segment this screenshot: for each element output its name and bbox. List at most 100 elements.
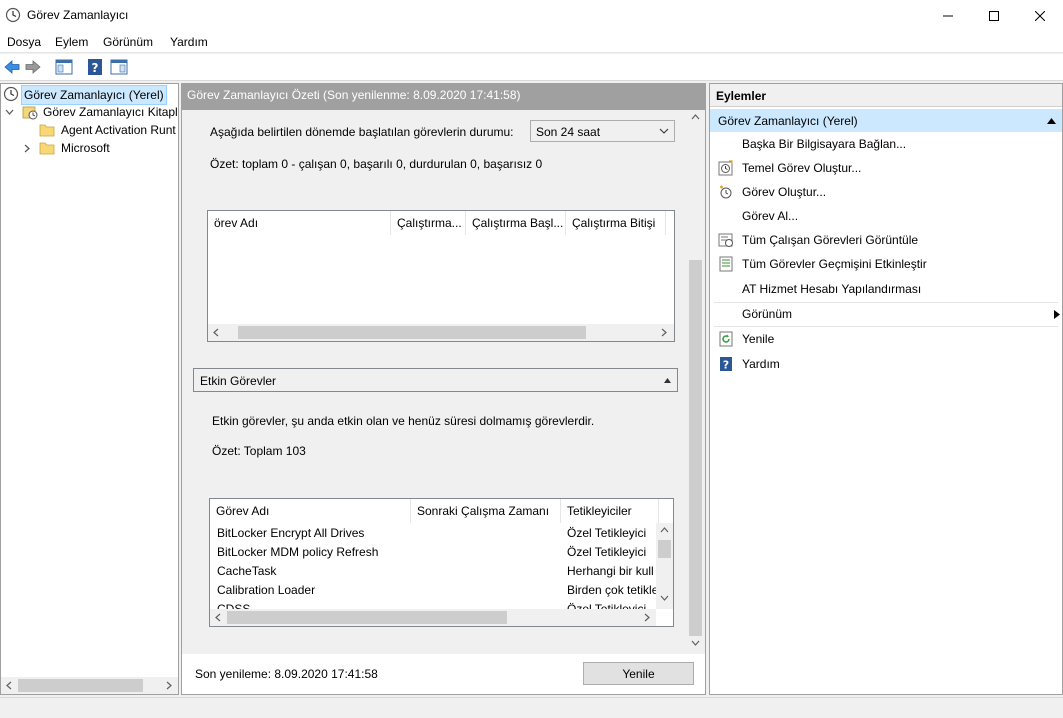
action-create-task[interactable]: Görev Oluştur... (714, 180, 1060, 204)
action-label: Yardım (742, 357, 780, 371)
title-bar: Görev Zamanlayıcı (0, 0, 1063, 31)
column-header-triggers[interactable]: Tetikleyiciler (561, 499, 659, 523)
menu-file[interactable]: Dosya (7, 35, 41, 49)
tree-item-agent-activation[interactable]: Agent Activation Runt (39, 121, 178, 139)
scroll-left-icon[interactable] (5, 681, 13, 690)
column-header-task-name[interactable]: Görev Adı (210, 499, 411, 523)
active-table-vscroll[interactable] (656, 523, 673, 609)
table-row[interactable]: CacheTask Herhangi bir kull (210, 562, 657, 581)
menu-view[interactable]: Görünüm (103, 35, 153, 49)
scroll-thumb[interactable] (658, 540, 671, 558)
menu-help[interactable]: Yardım (170, 35, 208, 49)
show-hide-tree-icon[interactable] (55, 58, 73, 76)
maximize-icon (989, 10, 999, 21)
table-row[interactable]: CDSS Özel Tetikleyici (210, 600, 657, 609)
collapse-up-icon[interactable] (664, 378, 671, 383)
actions-title: Eylemler (710, 84, 1062, 107)
scroll-right-icon[interactable] (660, 328, 668, 337)
scroll-thumb[interactable] (18, 679, 143, 692)
menu-action[interactable]: Eylem (55, 35, 88, 49)
collapse-up-icon[interactable] (1047, 118, 1056, 124)
scroll-down-icon[interactable] (691, 639, 700, 647)
action-label: AT Hizmet Hesabı Yapılandırması (742, 282, 922, 296)
summary-vscroll[interactable] (687, 110, 704, 650)
cell-task-name: BitLocker MDM policy Refresh (217, 545, 379, 559)
period-select-value: Son 24 saat (536, 125, 601, 139)
forward-arrow-icon[interactable] (24, 58, 42, 76)
tree-item-microsoft[interactable]: Microsoft (23, 139, 178, 157)
minimize-button[interactable] (925, 0, 971, 31)
scroll-right-icon[interactable] (165, 681, 173, 690)
tree-item-label: Agent Activation Runt (61, 123, 176, 137)
table-row[interactable]: BitLocker MDM policy Refresh Özel Tetikl… (210, 543, 657, 562)
cell-trigger: Özel Tetikleyici (567, 602, 647, 609)
help-icon[interactable]: ? (86, 58, 104, 76)
scroll-up-icon[interactable] (691, 113, 700, 121)
chevron-right-icon[interactable] (23, 144, 32, 153)
column-header-run-start[interactable]: Çalıştırma Başl... (466, 211, 566, 235)
scroll-thumb[interactable] (238, 326, 586, 339)
refresh-button-label: Yenile (622, 666, 655, 681)
create-task-icon (720, 185, 732, 199)
chevron-down-icon (659, 128, 669, 134)
action-refresh[interactable]: Yenile (714, 327, 1060, 351)
cell-task-name: BitLocker Encrypt All Drives (217, 526, 365, 540)
refresh-button[interactable]: Yenile (583, 662, 694, 685)
status-table-hscroll[interactable] (208, 324, 674, 341)
status-summary: Özet: toplam 0 - çalışan 0, başarılı 0, … (210, 157, 543, 171)
tree-horizontal-scrollbar[interactable] (1, 677, 178, 694)
summary-footer: Son yenileme: 8.09.2020 17:41:58 Yenile (182, 654, 705, 694)
wizard-icon (718, 160, 733, 176)
column-header-next-run[interactable]: Sonraki Çalışma Zamanı (411, 499, 561, 523)
tree-item-library[interactable]: Görev Zamanlayıcı Kitaplı (5, 103, 178, 121)
tree-item-label: Görev Zamanlayıcı (Yerel) (21, 85, 167, 105)
action-connect-computer[interactable]: Başka Bir Bilgisayara Bağlan... (714, 132, 1060, 156)
status-bar (0, 697, 1063, 718)
action-help[interactable]: ? Yardım (714, 352, 1060, 376)
action-create-basic-task[interactable]: Temel Görev Oluştur... (714, 156, 1060, 180)
action-label: Başka Bir Bilgisayara Bağlan... (742, 137, 907, 151)
scroll-right-icon[interactable] (643, 613, 651, 622)
action-import-task[interactable]: Görev Al... (714, 204, 1060, 228)
table-row[interactable]: BitLocker Encrypt All Drives Özel Tetikl… (210, 524, 657, 543)
clock-icon (3, 86, 19, 102)
minimize-icon (943, 15, 953, 16)
scroll-down-icon[interactable] (660, 594, 669, 602)
active-tasks-header[interactable]: Etkin Görevler (193, 368, 678, 392)
summary-pane: Görev Zamanlayıcı Özeti (Son yenilenme: … (181, 83, 706, 695)
action-enable-history[interactable]: Tüm Görevler Geçmişini Etkinleştir (714, 252, 1060, 276)
scroll-left-icon[interactable] (214, 613, 222, 622)
running-tasks-icon (718, 233, 733, 247)
tree-item-label: Microsoft (61, 141, 110, 155)
active-tasks-description: Etkin görevler, şu anda etkin olan ve he… (212, 414, 595, 428)
active-tasks-title: Etkin Görevler (200, 374, 277, 388)
history-icon (719, 256, 733, 272)
action-view[interactable]: Görünüm (714, 302, 1060, 326)
last-refresh-label: Son yenileme: 8.09.2020 17:41:58 (195, 667, 378, 681)
column-header-run-end[interactable]: Çalıştırma Bitişi (566, 211, 666, 235)
active-tasks-table[interactable]: Görev Adı Sonraki Çalışma Zamanı Tetikle… (209, 498, 674, 627)
column-header-run-result[interactable]: Çalıştırma... (391, 211, 466, 235)
scroll-up-icon[interactable] (660, 526, 669, 534)
cell-task-name: Calibration Loader (217, 583, 316, 597)
close-icon (1035, 10, 1045, 21)
back-arrow-icon[interactable] (3, 58, 21, 76)
table-row[interactable]: Calibration Loader Birden çok tetikle (210, 581, 657, 600)
action-display-running-tasks[interactable]: Tüm Çalışan Görevleri Görüntüle (714, 228, 1060, 252)
actions-pane: Eylemler Görev Zamanlayıcı (Yerel) Başka… (709, 83, 1063, 695)
actions-section-header[interactable]: Görev Zamanlayıcı (Yerel) (710, 109, 1062, 132)
period-select[interactable]: Son 24 saat (530, 120, 675, 142)
scroll-thumb[interactable] (227, 611, 507, 624)
column-header-task-name[interactable]: örev Adı (208, 211, 391, 235)
toolbar: ? (0, 54, 1063, 81)
close-button[interactable] (1017, 0, 1063, 31)
show-hide-action-pane-icon[interactable] (110, 58, 128, 76)
task-status-table[interactable]: örev Adı Çalıştırma... Çalıştırma Başl..… (207, 210, 675, 342)
cell-trigger: Birden çok tetikle (567, 583, 657, 597)
scroll-left-icon[interactable] (212, 328, 220, 337)
active-table-hscroll[interactable] (210, 609, 656, 626)
scroll-thumb[interactable] (689, 260, 702, 636)
maximize-button[interactable] (971, 0, 1017, 31)
action-at-service-config[interactable]: AT Hizmet Hesabı Yapılandırması (714, 277, 1060, 301)
chevron-down-icon[interactable] (5, 108, 14, 117)
